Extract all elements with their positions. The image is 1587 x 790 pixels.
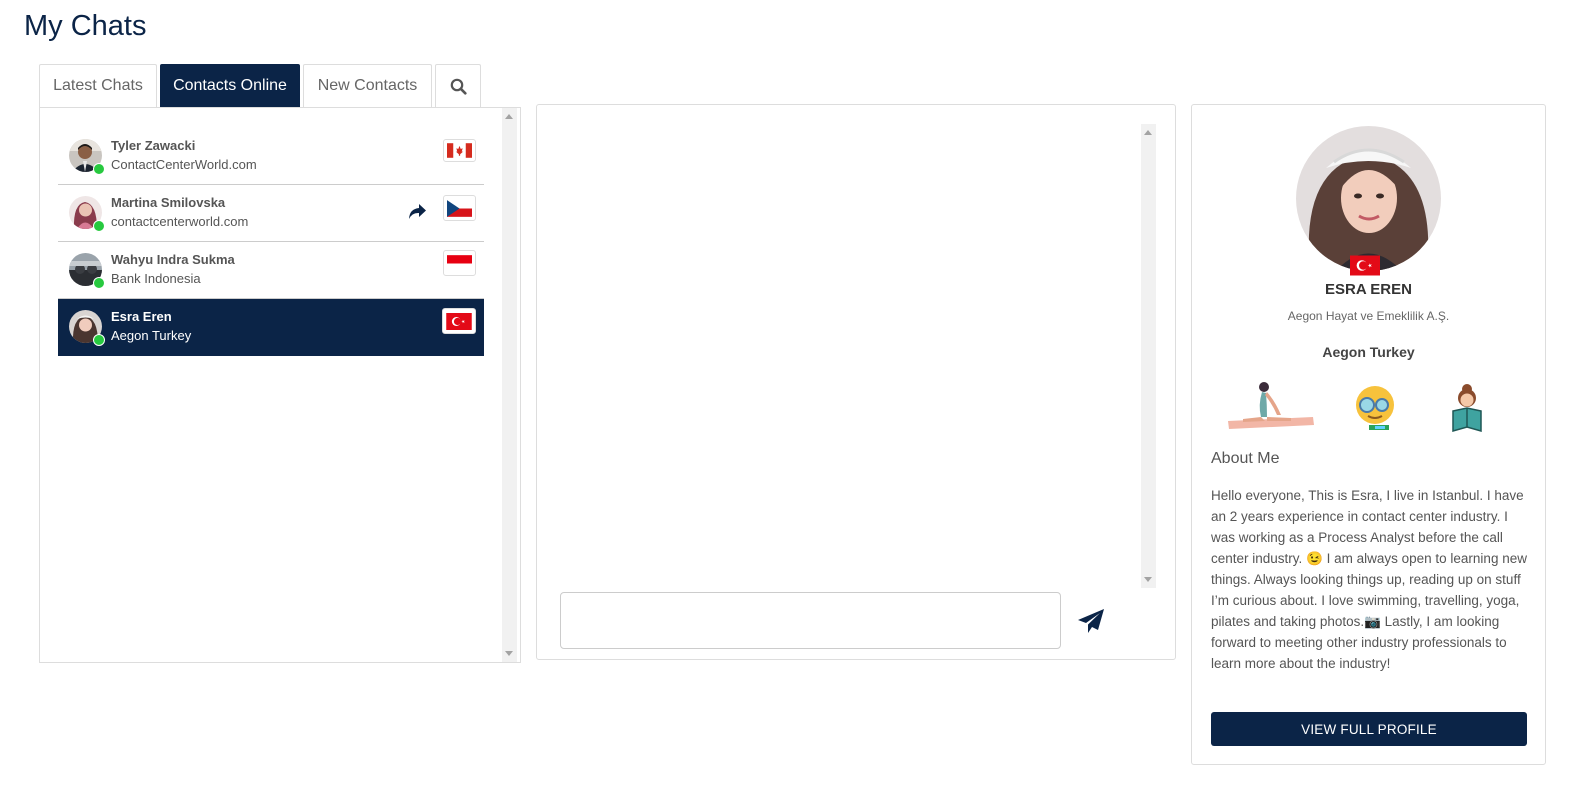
online-status-dot <box>93 334 105 346</box>
contact-organization: ContactCenterWorld.com <box>111 157 257 172</box>
chat-tabs: Latest Chats Contacts Online New Contact… <box>39 64 481 107</box>
search-icon <box>450 78 467 95</box>
profile-photo <box>1296 126 1441 271</box>
scroll-up-arrow-icon[interactable] <box>505 114 513 119</box>
profile-name: ESRA EREN <box>1325 281 1412 298</box>
profile-company: Aegon Hayat ve Emeklilik A.Ş. <box>1287 309 1450 323</box>
view-full-profile-button[interactable]: VIEW FULL PROFILE <box>1211 712 1527 746</box>
contact-organization: Bank Indonesia <box>111 271 201 286</box>
yoga-icon <box>1228 382 1314 429</box>
turkey-flag-icon <box>1350 255 1380 276</box>
about-me-text: Hello everyone, This is Esra, I live in … <box>1211 488 1527 671</box>
contact-item-wahyu-indra-sukma[interactable]: Wahyu Indra Sukma Bank Indonesia <box>58 242 484 299</box>
online-status-dot <box>93 277 105 289</box>
profile-panel: ESRA EREN Aegon Hayat ve Emeklilik A.Ş. … <box>1191 104 1546 765</box>
contact-name: Tyler Zawacki <box>111 138 196 153</box>
country-flag <box>442 308 476 334</box>
country-flag <box>443 250 476 276</box>
reading-icon <box>1452 384 1482 432</box>
contact-name: Esra Eren <box>111 309 172 324</box>
contact-organization: Aegon Turkey <box>111 328 192 343</box>
contact-item-tyler-zawacki[interactable]: Tyler Zawacki ContactCenterWorld.com <box>58 128 484 185</box>
contact-name: Martina Smilovska <box>111 195 226 210</box>
czech-flag-icon <box>447 199 472 217</box>
scroll-down-arrow-icon[interactable] <box>1144 577 1152 582</box>
tab-contacts-online[interactable]: Contacts Online <box>160 64 300 107</box>
paper-plane-icon[interactable] <box>1077 608 1105 634</box>
tab-latest-chats[interactable]: Latest Chats <box>39 64 157 107</box>
tab-new-contacts[interactable]: New Contacts <box>303 64 432 107</box>
message-input[interactable] <box>560 592 1061 649</box>
swimming-icon <box>1356 386 1394 430</box>
messages-scrollbar[interactable] <box>1141 124 1156 588</box>
tab-search[interactable] <box>435 64 481 107</box>
about-me-heading: About Me <box>1211 450 1280 467</box>
indonesia-flag-icon <box>447 254 472 272</box>
scroll-down-arrow-icon[interactable] <box>505 651 513 656</box>
contacts-scrollbar[interactable] <box>502 108 517 662</box>
contacts-panel: Tyler Zawacki ContactCenterWorld.com Mar… <box>39 107 521 663</box>
contact-organization: contactcenterworld.com <box>111 214 249 229</box>
scroll-up-arrow-icon[interactable] <box>1144 130 1152 135</box>
country-flag <box>443 139 476 162</box>
contact-item-martina-smilovska[interactable]: Martina Smilovska contactcenterworld.com <box>58 185 484 242</box>
country-flag <box>443 195 476 221</box>
contact-name: Wahyu Indra Sukma <box>111 252 235 267</box>
contact-item-esra-eren[interactable]: Esra Eren Aegon Turkey <box>58 299 484 356</box>
forward-arrow-icon[interactable] <box>407 203 427 220</box>
chat-panel <box>536 104 1176 660</box>
turkey-flag-icon <box>446 312 472 330</box>
canada-flag-icon <box>447 143 472 158</box>
online-status-dot <box>93 220 105 232</box>
page-title: My Chats <box>24 10 147 42</box>
contact-list: Tyler Zawacki ContactCenterWorld.com Mar… <box>58 128 484 356</box>
profile-organization: Aegon Turkey <box>1322 344 1415 360</box>
online-status-dot <box>93 163 105 175</box>
